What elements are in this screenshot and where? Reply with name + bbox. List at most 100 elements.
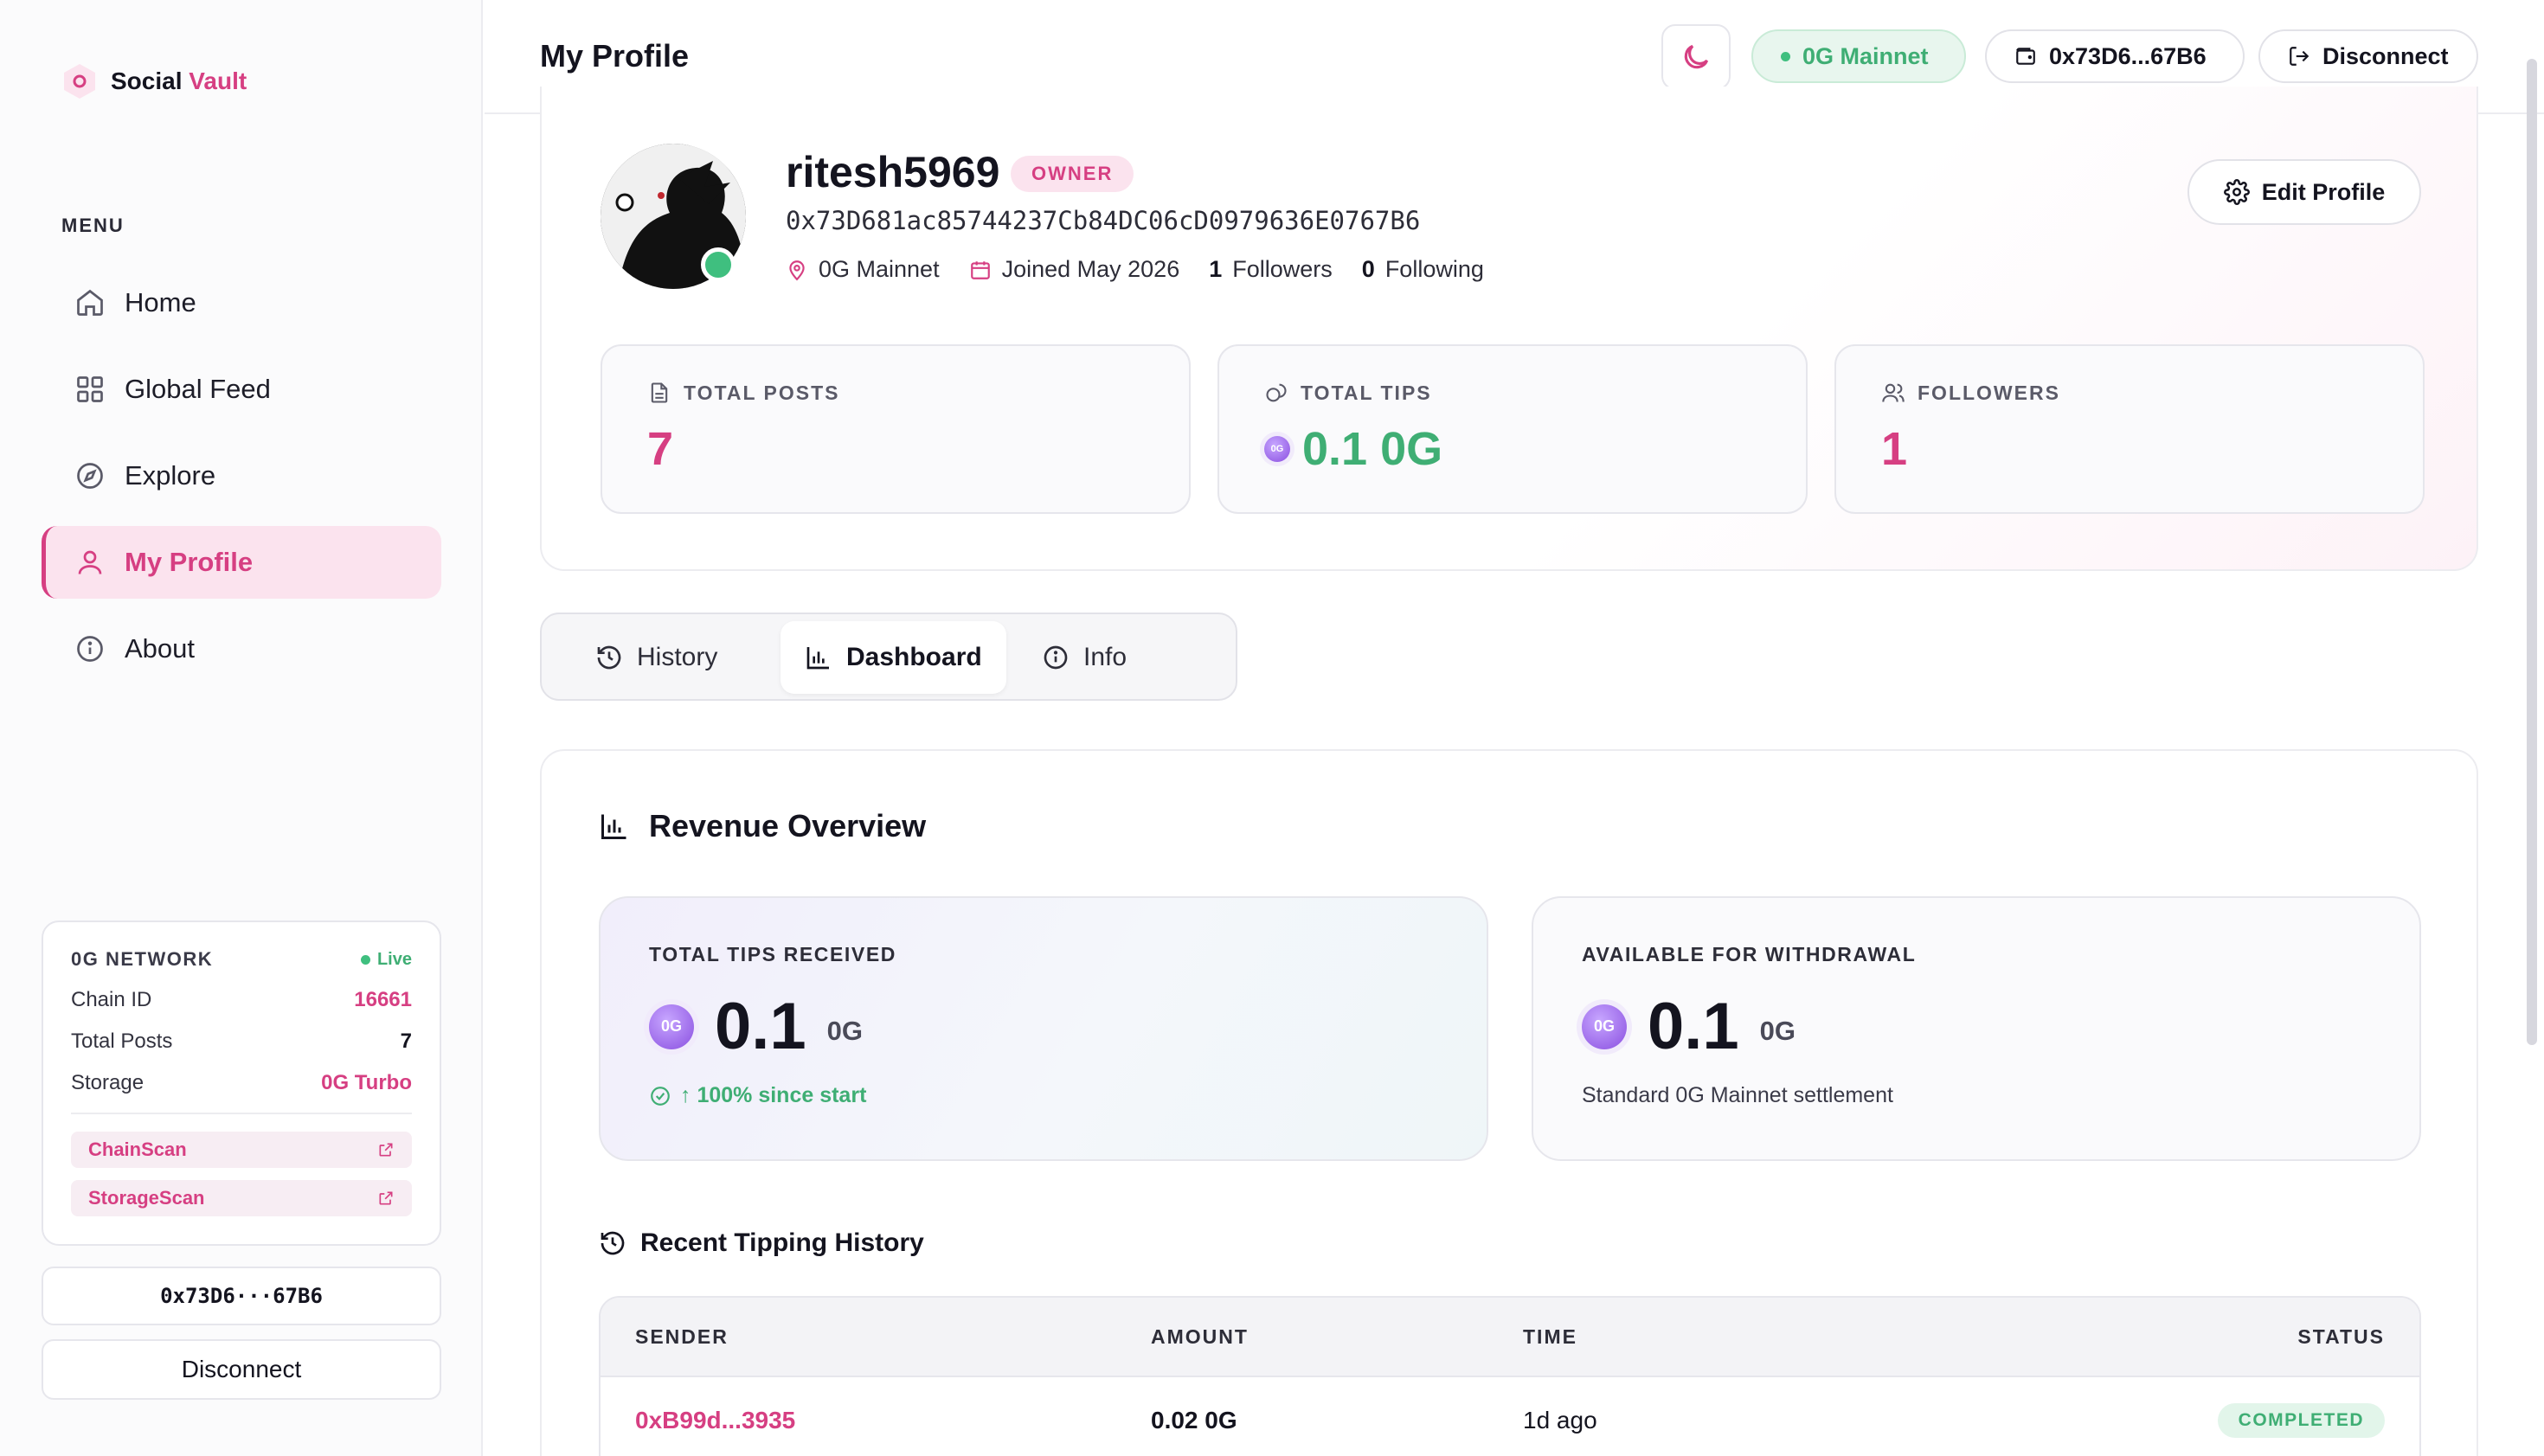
table-row[interactable]: 0xB99d...3935 0.02 0G 1d ago COMPLETED (601, 1377, 2419, 1456)
stat-value: 1 (1881, 423, 1908, 475)
sidebar-item-about[interactable]: About (42, 613, 441, 685)
external-link-icon (379, 1191, 393, 1205)
coins-icon (1266, 383, 1287, 402)
box-label: TOTAL TIPS RECEIVED (649, 943, 896, 965)
sender-link[interactable]: 0xB99d...3935 (635, 1407, 795, 1434)
sidebar-item-explore[interactable]: Explore (42, 439, 441, 512)
calendar-icon (970, 260, 990, 279)
column-header-status[interactable]: STATUS (2181, 1325, 2419, 1349)
sidebar-nav: Home Global Feed Explore My Profile Abou… (42, 266, 441, 699)
storage-row: Storage 0G Turbo (71, 1071, 412, 1094)
sidebar-item-my-profile[interactable]: My Profile (42, 526, 441, 599)
column-header-time[interactable]: TIME (1523, 1325, 2181, 1349)
sidebar-item-label: My Profile (125, 547, 254, 577)
divider (71, 1113, 412, 1114)
wallet-address-button[interactable]: 0x73D6...67B6 (1985, 29, 2245, 83)
sidebar-item-global-feed[interactable]: Global Feed (42, 353, 441, 426)
menu-label: MENU (61, 215, 125, 236)
tab-history[interactable]: History (571, 621, 742, 694)
profile-wallet-address[interactable]: 0x73D681ac85744237Cb84DC06cD0979636E0767… (786, 206, 1420, 235)
og-token-icon: 0G (1582, 1004, 1627, 1049)
live-indicator: Live (360, 950, 412, 970)
time-cell: 1d ago (1523, 1407, 1597, 1434)
user-icon (78, 550, 102, 574)
info-icon (1044, 645, 1068, 670)
profile-username: ritesh5969 (786, 148, 1000, 196)
check-circle-icon (651, 1086, 670, 1106)
sidebar-item-label: About (125, 633, 196, 664)
sidebar-item-label: Global Feed (125, 374, 271, 404)
status-dot-icon (1781, 51, 1790, 61)
available-withdrawal-box: AVAILABLE FOR WITHDRAWAL 0G 0.1 0G Stand… (1532, 896, 2421, 1161)
moon-icon (1684, 44, 1709, 69)
amount-cell: 0.02 0G (1151, 1407, 1237, 1434)
document-icon (651, 382, 668, 403)
column-header-sender[interactable]: SENDER (601, 1325, 1151, 1349)
home-icon (77, 289, 103, 316)
owner-badge: OWNER (1011, 156, 1134, 192)
info-icon (77, 636, 103, 662)
history-icon (597, 645, 621, 670)
online-status-badge (701, 247, 736, 282)
storagescan-link[interactable]: StorageScan (71, 1180, 412, 1216)
stat-value: 0.1 0G (1302, 423, 1443, 475)
stat-total-tips: TOTAL TIPS 0G 0.1 0G (1217, 344, 1808, 514)
box-label: AVAILABLE FOR WITHDRAWAL (1582, 943, 1917, 965)
brand[interactable]: Social Vault (61, 62, 247, 100)
disconnect-button[interactable]: Disconnect (2258, 29, 2478, 83)
theme-toggle-button[interactable] (1661, 24, 1731, 90)
compass-icon (77, 463, 103, 489)
bar-chart-icon (601, 814, 626, 839)
sidebar-item-label: Home (125, 287, 196, 317)
edit-profile-button[interactable]: Edit Profile (2187, 159, 2421, 225)
sidebar-disconnect-button[interactable]: Disconnect (42, 1339, 441, 1400)
tab-info[interactable]: Info (1018, 621, 1151, 694)
gear-icon (2223, 179, 2250, 205)
tab-dashboard[interactable]: Dashboard (781, 621, 1006, 694)
network-badge[interactable]: 0G Mainnet (1751, 29, 1966, 83)
chainscan-link[interactable]: ChainScan (71, 1132, 412, 1168)
bar-chart-icon (806, 647, 829, 670)
total-posts-row: Total Posts 7 (71, 1029, 412, 1053)
history-icon (601, 1231, 625, 1255)
live-dot-icon (360, 954, 370, 965)
sidebar: Social Vault MENU Home Global Feed Explo… (0, 0, 483, 1456)
following-link[interactable]: 0 Following (1362, 256, 1484, 283)
grid-icon (77, 376, 103, 402)
column-header-amount[interactable]: AMOUNT (1151, 1325, 1523, 1349)
amount-unit: 0G (826, 1015, 864, 1046)
wallet-icon (2016, 48, 2035, 65)
sidebar-item-home[interactable]: Home (42, 266, 441, 339)
amount-value: 0.1 (1648, 990, 1739, 1063)
revenue-heading: Revenue Overview (599, 808, 926, 844)
stat-value: 7 (647, 423, 674, 475)
external-link-icon (379, 1143, 393, 1157)
revenue-card: Revenue Overview TOTAL TIPS RECEIVED 0G … (540, 749, 2478, 1456)
brand-name: Social Vault (111, 67, 247, 94)
profile-card: ritesh5969 OWNER 0x73D681ac85744237Cb84D… (540, 87, 2478, 571)
network-title: 0G NETWORK (71, 948, 214, 970)
chain-id-row: Chain ID 16661 (71, 988, 412, 1011)
logo-icon (64, 64, 95, 99)
profile-meta: 0G Mainnet Joined May 2026 1 Followers 0F… (786, 256, 1484, 283)
og-token-icon: 0G (649, 1004, 694, 1049)
users-icon (1882, 383, 1905, 402)
table-header: SENDER AMOUNT TIME STATUS (601, 1298, 2419, 1377)
sidebar-wallet-address[interactable]: 0x73D6···67B6 (42, 1267, 441, 1325)
page-scrollbar[interactable] (2527, 59, 2537, 1045)
amount-value: 0.1 (715, 990, 806, 1063)
joined-meta: Joined May 2026 (969, 256, 1179, 283)
followers-link[interactable]: 1 Followers (1209, 256, 1333, 283)
network-meta: 0G Mainnet (786, 256, 940, 283)
status-badge: COMPLETED (2217, 1403, 2385, 1438)
tipping-history-table: SENDER AMOUNT TIME STATUS 0xB99d...3935 … (599, 1296, 2421, 1456)
total-tips-received-box: TOTAL TIPS RECEIVED 0G 0.1 0G ↑ 100% sin… (599, 896, 1488, 1161)
settlement-note: Standard 0G Mainnet settlement (1582, 1083, 1893, 1107)
stat-total-posts: TOTAL POSTS 7 (601, 344, 1191, 514)
location-pin-icon (789, 260, 805, 280)
page-title: My Profile (540, 38, 690, 74)
tipping-history-heading: Recent Tipping History (599, 1228, 924, 1258)
profile-tabs: History Dashboard Info (540, 613, 1237, 701)
logout-icon (2290, 47, 2310, 66)
og-token-icon: 0G (1264, 436, 1290, 462)
